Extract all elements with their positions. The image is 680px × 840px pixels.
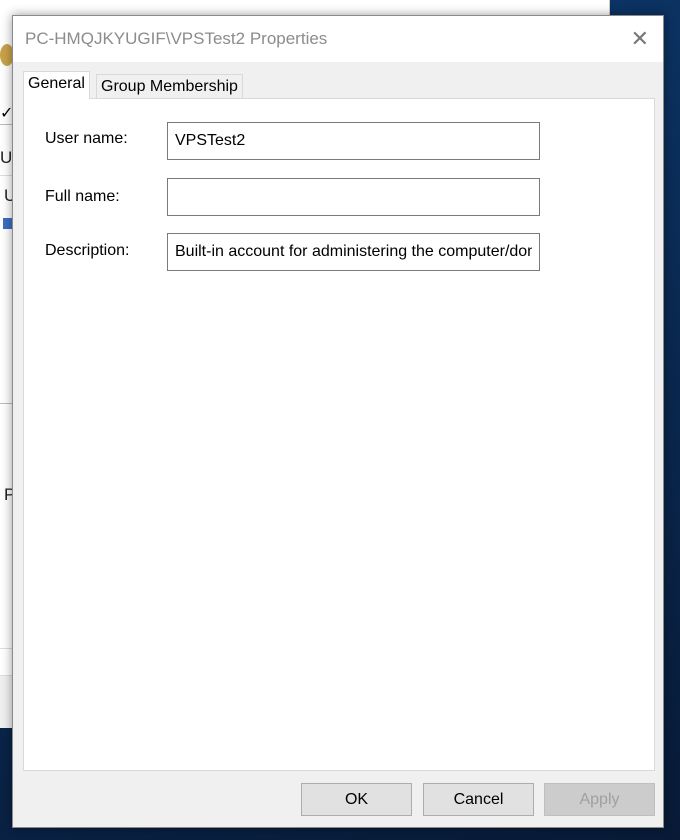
description-input[interactable] [167,233,540,271]
user-name-input[interactable] [167,122,540,160]
title-bar[interactable]: PC-HMQJKYUGIF\VPSTest2 Properties ✕ [13,16,663,62]
apply-button[interactable]: Apply [544,783,655,816]
description-label: Description: [45,242,130,259]
user-name-label: User name: [45,130,128,147]
properties-dialog: PC-HMQJKYUGIF\VPSTest2 Properties ✕ Gene… [12,15,664,828]
tab-general[interactable]: General [23,71,90,99]
tab-group-membership[interactable]: Group Membership [96,74,243,99]
dialog-title: PC-HMQJKYUGIF\VPSTest2 Properties [25,29,328,48]
cancel-button[interactable]: Cancel [423,783,534,816]
general-tab-panel: User name: Full name: Description: [23,98,655,771]
close-icon[interactable]: ✕ [631,28,649,50]
ok-button[interactable]: OK [301,783,412,816]
user-list-icon [3,218,12,229]
full-name-input[interactable] [167,178,540,216]
full-name-label: Full name: [45,188,120,205]
